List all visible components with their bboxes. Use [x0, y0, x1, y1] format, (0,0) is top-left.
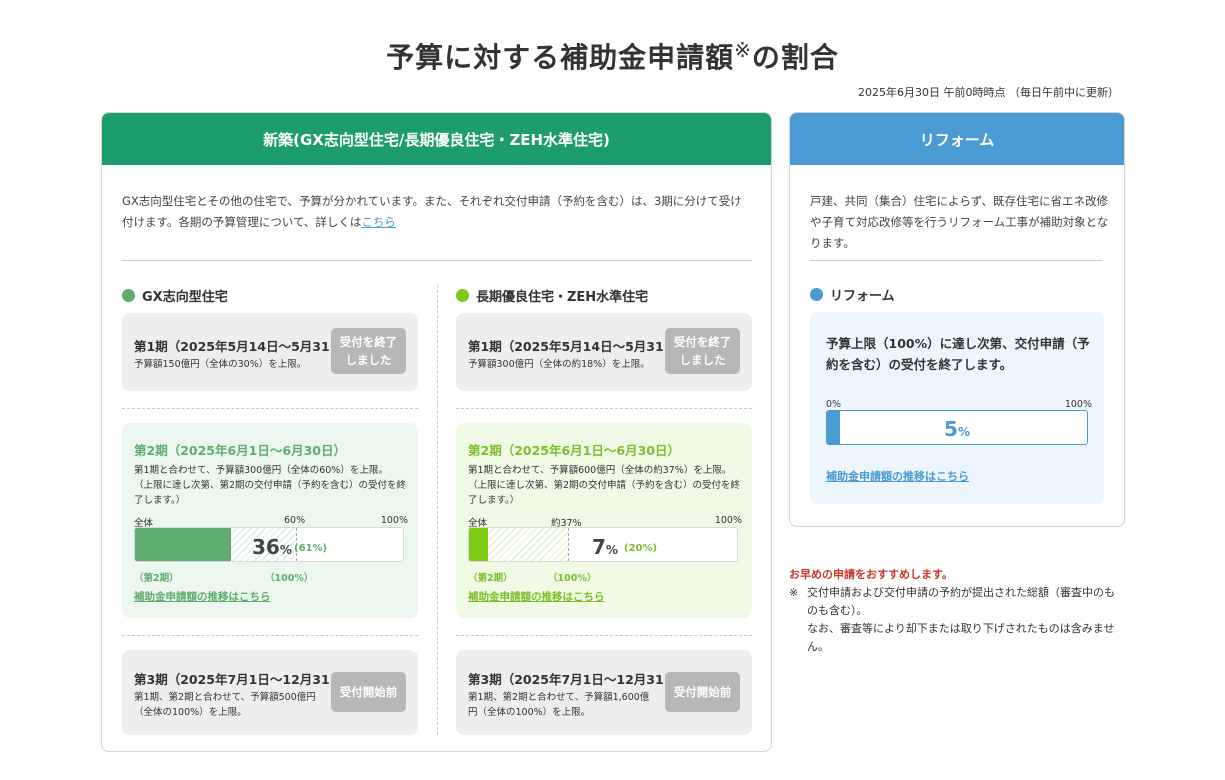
zeh-period2-card: 第2期（2025年6月1日〜6月30日） 第1期と合わせて、予算額600億円（全…: [456, 423, 752, 618]
gx-period2-card: 第2期（2025年6月1日〜6月30日） 第1期と合わせて、予算額300億円（全…: [122, 423, 418, 618]
title-footnote-mark: ※: [734, 38, 752, 62]
progress-scale: 全体 約37% 100%: [468, 515, 742, 529]
reform-progress-bar: 5%: [826, 410, 1088, 445]
progress-fill: [469, 528, 488, 561]
reform-intro: 戸建、共同（集合）住宅によらず、既存住宅に省エネ改修や子育て対応改修等を行うリフ…: [810, 194, 1109, 250]
reform-title: リフォーム: [810, 285, 895, 304]
progress-scale: 全体 60% 100%: [134, 515, 408, 529]
separator: [122, 635, 418, 636]
scale-max-label: 100%: [1064, 399, 1092, 410]
progress-value: 7%: [592, 535, 618, 559]
trend-link[interactable]: 補助金申請額の推移はこちら: [468, 589, 605, 604]
period-note: 予算額150億円（全体の30%）を上限。: [134, 359, 307, 370]
scale-cap-label: 60%: [284, 515, 306, 526]
page-title: 予算に対する補助金申請額※の割合: [386, 38, 839, 74]
gx-dot-icon: [122, 289, 135, 302]
period-note: 第1期と合わせて、予算額600億円（全体の約37%）を上限。 （上限に達し次第、…: [468, 465, 741, 506]
reform-card: 予算上限（100%）に達し次第、交付申請（予約を含む）の受付を終了します。 0%…: [810, 312, 1104, 504]
new-build-panel: 新築(GX志向型住宅/長期優良住宅・ZEH水準住宅) GX志向型住宅とその他の住…: [101, 112, 772, 752]
under-label-period: （第2期）: [468, 573, 513, 584]
period-title: 第3期（2025年7月1日〜12月31日）: [134, 672, 355, 687]
reform-dot-icon: [810, 288, 823, 301]
period-percent: (20%): [624, 543, 658, 554]
zeh-period3-card: 第3期（2025年7月1日〜12月31日） 第1期、第2期と合わせて、予算額1,…: [456, 650, 752, 735]
under-label-period: （第2期）: [134, 573, 179, 584]
period-percent: (61%): [294, 543, 328, 554]
zeh-title: 長期優良住宅・ZEH水準住宅: [456, 286, 648, 305]
zeh-period1-card: 第1期（2025年5月14日〜5月31日） 予算額300億円（全体の約18%）を…: [456, 313, 752, 391]
reform-panel: リフォーム 戸建、共同（集合）住宅によらず、既存住宅に省エネ改修や子育て対応改修…: [789, 112, 1125, 527]
period-note: 予算額300億円（全体の約18%）を上限。: [468, 359, 650, 370]
recommend-notice: お早めの申請をおすすめします。: [789, 568, 953, 581]
period-title: 第1期（2025年5月14日〜5月31日）: [468, 339, 689, 354]
status-closed-button: 受付を終了しました: [331, 328, 406, 374]
status-not-started-button: 受付開始前: [331, 672, 406, 712]
period-note: 第1期、第2期と合わせて、予算額1,600億円（全体の100%）を上限。: [468, 692, 650, 718]
period-note: 第1期、第2期と合わせて、予算額500億円（全体の100%）を上限。: [134, 692, 316, 718]
progress-value: 5%: [944, 417, 970, 441]
status-not-started-button: 受付開始前: [665, 672, 740, 712]
scale-max-label: 100%: [714, 515, 742, 526]
divider: [810, 260, 1102, 261]
zeh-progress-bar: 7% (20%): [468, 527, 738, 562]
period-title: 第1期（2025年5月14日〜5月31日）: [134, 339, 355, 354]
scale-max-label: 100%: [380, 515, 408, 526]
zeh-column: 長期優良住宅・ZEH水準住宅 第1期（2025年5月14日〜5月31日） 予算額…: [456, 113, 771, 751]
under-label-full: （100%）: [548, 573, 597, 584]
footnote-mark: ※: [789, 586, 799, 599]
trend-link[interactable]: 補助金申請額の推移はこちら: [134, 589, 271, 604]
gx-period1-card: 第1期（2025年5月14日〜5月31日） 予算額150億円（全体の30%）を上…: [122, 313, 418, 391]
scale-min-label: 0%: [826, 399, 842, 410]
progress-value: 36%: [252, 535, 292, 559]
gx-progress-bar: 36% (61%): [134, 527, 404, 562]
update-timestamp: 2025年6月30日 午前0時時点 （毎日午前中に更新）: [858, 86, 1119, 99]
period-note: 第1期と合わせて、予算額300億円（全体の60%）を上限。 （上限に達し次第、第…: [134, 465, 407, 506]
progress-fill: [135, 528, 232, 561]
gx-period3-card: 第3期（2025年7月1日〜12月31日） 第1期、第2期と合わせて、予算額50…: [122, 650, 418, 735]
footnote: ※ 交付申請および交付申請の予約が提出された総額（審査中のものも含む）。 なお、…: [789, 584, 1125, 656]
reform-note: 予算上限（100%）に達し次第、交付申請（予約を含む）の受付を終了します。: [826, 336, 1090, 372]
under-label-full: （100%）: [265, 573, 314, 584]
gx-title: GX志向型住宅: [122, 286, 228, 305]
zeh-dot-icon: [456, 289, 469, 302]
reform-heading: リフォーム: [790, 113, 1124, 165]
separator: [122, 408, 418, 409]
progress-remaining-to-cap: [487, 528, 569, 561]
cap-marker: [568, 528, 570, 561]
separator: [456, 408, 752, 409]
footnote-text: 交付申請および交付申請の予約が提出された総額（審査中のものも含む）。 なお、審査…: [807, 586, 1115, 653]
status-closed-button: 受付を終了しました: [665, 328, 740, 374]
period-title: 第2期（2025年6月1日〜6月30日）: [134, 443, 346, 458]
period-title: 第3期（2025年7月1日〜12月31日）: [468, 672, 689, 687]
period-title: 第2期（2025年6月1日〜6月30日）: [468, 443, 680, 458]
separator: [456, 635, 752, 636]
trend-link[interactable]: 補助金申請額の推移はこちら: [826, 468, 969, 484]
